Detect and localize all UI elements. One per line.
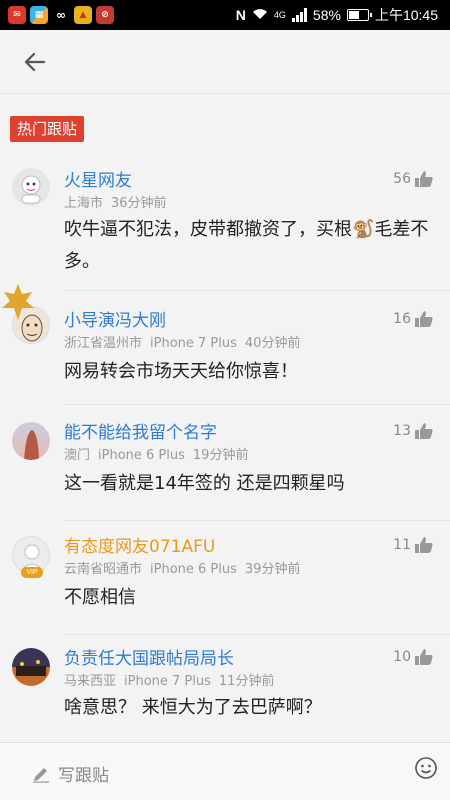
avatar[interactable]: [12, 648, 50, 686]
app-icon-red: ✉: [8, 6, 26, 24]
arrow-left-icon: [24, 52, 46, 72]
chain-icon: ∞: [52, 6, 70, 24]
username[interactable]: 小导演冯大刚: [64, 306, 166, 331]
like-count: 11: [393, 537, 411, 553]
username[interactable]: 能不能给我留个名字: [64, 418, 217, 443]
username[interactable]: 有态度网友071AFU: [64, 532, 215, 557]
location: 云南省昭通市: [64, 562, 143, 577]
divider: [64, 634, 450, 635]
timestamp: 19分钟前: [192, 448, 249, 463]
username[interactable]: 负责任大国跟帖局局长: [64, 644, 234, 669]
divider: [64, 290, 450, 291]
like-count: 13: [393, 423, 411, 439]
device: iPhone 6 Plus: [150, 562, 237, 577]
like-button[interactable]: 10: [393, 648, 434, 666]
device: iPhone 7 Plus: [124, 674, 211, 689]
app-icon-grid: ▦: [30, 6, 48, 24]
location: 马来西亚: [64, 674, 117, 689]
location: 上海市: [64, 196, 104, 211]
nfc-icon: N: [235, 7, 246, 23]
comment-meta: 上海市 36分钟前: [64, 192, 175, 211]
avatar[interactable]: [12, 422, 50, 460]
status-bar: ✉ ▦ ∞ ▲ ⊘ N 4G 58% 上午10:45: [0, 0, 450, 30]
notification-icons: ✉ ▦ ∞ ▲ ⊘: [8, 6, 114, 24]
thumbs-up-icon: [415, 311, 433, 327]
vip-badge: VIP: [21, 567, 43, 578]
leaf-icon: [2, 284, 34, 320]
app-icon-yellow: ▲: [74, 6, 92, 24]
timestamp: 40分钟前: [244, 336, 301, 351]
divider: [64, 404, 450, 405]
comment-text: 啥意思？ 来恒大为了去巴萨啊？: [64, 697, 322, 718]
timestamp: 11分钟前: [218, 674, 275, 689]
signal-icon: [291, 8, 307, 22]
comment-text: 吹牛逼不犯法，皮带都撤资了，买根🐒毛差不多。: [64, 219, 429, 272]
network-type: 4G: [273, 9, 286, 20]
comment-meta: 澳门 iPhone 6 Plus 19分钟前: [64, 444, 256, 463]
hot-comments-label: 热门跟贴: [10, 116, 85, 142]
divider: [64, 520, 450, 521]
pencil-icon: [33, 767, 49, 783]
write-comment-placeholder: 写跟贴: [58, 766, 109, 786]
avatar[interactable]: VIP: [12, 536, 50, 578]
like-button[interactable]: 13: [393, 422, 434, 440]
back-button[interactable]: [18, 47, 52, 77]
location: 澳门: [64, 448, 91, 463]
comment-text: 不愿相信: [64, 587, 136, 608]
write-comment-input[interactable]: 写跟贴: [32, 761, 109, 786]
comment-meta: 云南省昭通市 iPhone 6 Plus 39分钟前: [64, 558, 308, 577]
thumbs-up-icon: [415, 537, 433, 553]
comment-text: 这一看就是14年签的 还是四颗星吗: [64, 473, 345, 494]
username[interactable]: 火星网友: [64, 166, 132, 191]
emoji-icon[interactable]: [414, 756, 438, 780]
like-count: 10: [393, 649, 411, 665]
thumbs-up-icon: [415, 423, 433, 439]
like-count: 16: [393, 311, 411, 327]
comment-input-bar: 写跟贴: [0, 742, 450, 800]
clock: 上午10:45: [374, 7, 438, 23]
location: 浙江省温州市: [64, 336, 143, 351]
app-icon-blocked: ⊘: [96, 6, 114, 24]
timestamp: 36分钟前: [111, 196, 167, 211]
thumbs-up-icon: [415, 171, 433, 187]
timestamp: 39分钟前: [244, 562, 301, 577]
comment-meta: 浙江省温州市 iPhone 7 Plus 40分钟前: [64, 332, 308, 351]
like-button[interactable]: 16: [393, 310, 434, 328]
comment-meta: 马来西亚 iPhone 7 Plus 11分钟前: [64, 670, 282, 689]
like-count: 56: [393, 171, 411, 187]
like-button[interactable]: 11: [393, 536, 434, 554]
like-button[interactable]: 56: [393, 170, 434, 188]
app-header: [0, 30, 450, 94]
battery-percent: 58%: [312, 7, 341, 23]
device: iPhone 7 Plus: [150, 336, 237, 351]
comment-text: 网易转会市场天天给你惊喜！: [64, 361, 298, 382]
device: iPhone 6 Plus: [98, 448, 185, 463]
avatar[interactable]: [12, 168, 50, 206]
wifi-icon: [252, 7, 268, 23]
thumbs-up-icon: [415, 649, 433, 665]
battery-icon: [346, 9, 372, 21]
